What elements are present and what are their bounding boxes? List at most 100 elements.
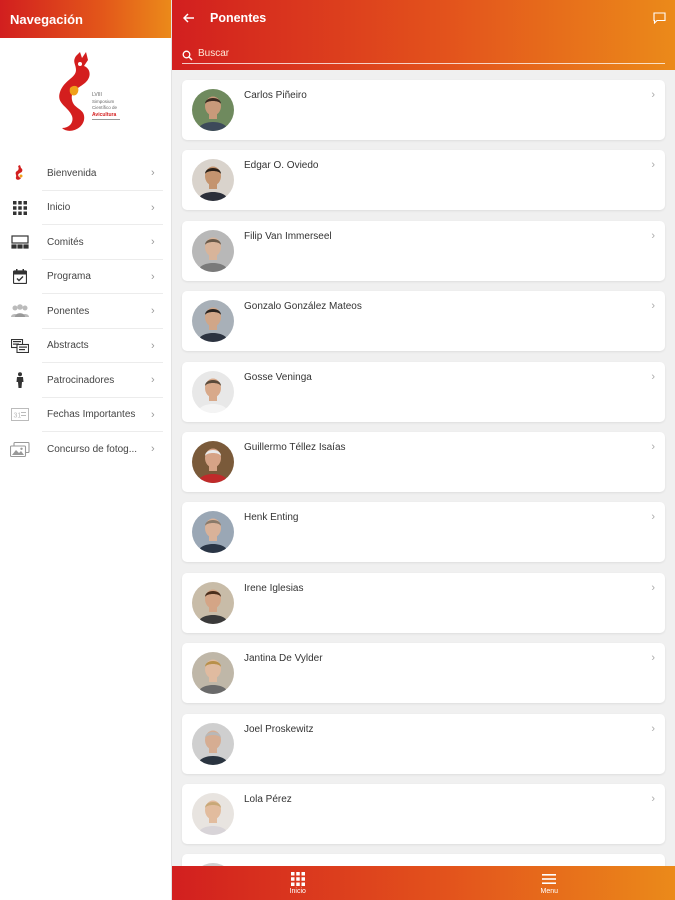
sidebar-item-abstracts[interactable]: Abstracts › [0,329,171,363]
sidebar-item-label: Abstracts [47,340,89,352]
speaker-avatar [192,159,234,202]
sidebar-item-label: Inicio [47,202,71,214]
speaker-avatar [192,511,234,554]
speaker-avatar [192,652,234,695]
page-title: Ponentes [210,11,267,25]
symposium-logo-icon: LVIII Simposium Científico de Avicultura [58,52,120,131]
sidebar-item-label: Fechas Importantes [47,409,136,421]
speaker-name: Joel Proskewitz [244,723,314,735]
org-chart-icon [10,232,30,252]
search-icon [182,48,194,60]
speaker-avatar [192,89,234,131]
svg-text:Científico de: Científico de [92,105,118,110]
speaker-avatar [192,792,234,835]
speaker-card[interactable]: Carlos Piñeiro › [182,80,665,140]
people-icon [10,301,30,321]
sidebar-item-ponentes[interactable]: Ponentes › [0,294,171,329]
speaker-card[interactable]: Edgar O. Oviedo › [182,150,665,211]
documents-icon [10,336,30,356]
sidebar-item-label: Comités [47,236,84,248]
main-panel: Ponentes Carlos Piñeiro › Edgar O. Oviedo ›… [172,0,675,900]
speaker-avatar [192,440,234,483]
svg-text:Simposium: Simposium [92,99,115,104]
sidebar-item-label: Concurso de fotog... [47,443,138,455]
speaker-name: Carlos Piñeiro [244,90,307,101]
speaker-card[interactable]: Gonzalo González Mateos › [182,291,665,352]
event-logo: LVIII Simposium Científico de Avicultura [0,38,171,148]
sidebar-item-patrocinadores[interactable]: Patrocinadores › [0,363,171,398]
chevron-right-icon: › [651,581,655,594]
speaker-name: Gosse Veninga [244,371,312,383]
speaker-avatar [192,300,234,343]
sidebar-item-concurso-fotografia[interactable]: Concurso de fotog... › [0,432,171,467]
search-bar[interactable] [182,44,665,64]
speaker-card[interactable]: Filip Van Immerseel › [182,220,665,281]
tab-menu[interactable]: Menu [424,866,675,900]
speaker-card[interactable]: › [182,854,665,866]
chevron-right-icon: › [151,374,155,387]
nav-list: Bienvenida › Inicio › Comités › Programa [0,156,171,467]
speaker-card[interactable]: Guillermo Téllez Isaías › [182,431,665,492]
sidebar-item-bienvenida[interactable]: Bienvenida › [0,156,171,191]
speaker-name: Henk Enting [244,512,299,524]
speaker-avatar [192,229,234,272]
search-input[interactable] [198,48,665,59]
navigation-drawer: Navegación LVIII Simposium Científico de… [0,0,172,900]
chevron-right-icon: › [651,370,655,383]
chevron-right-icon: › [151,408,155,421]
speaker-avatar [192,581,234,624]
tab-label: Inicio [289,887,306,895]
hamburger-menu-icon [542,872,557,886]
speaker-card[interactable]: Irene Iglesias › [182,572,665,633]
calendar-range-icon: 31 [10,405,30,425]
svg-text:Avicultura: Avicultura [92,112,116,118]
chevron-right-icon: › [651,511,655,524]
svg-text:LVIII: LVIII [92,92,102,98]
app-bar: Ponentes [172,0,675,70]
speaker-card[interactable]: Joel Proskewitz › [182,713,665,774]
speaker-name: Edgar O. Oviedo [244,160,319,172]
drawer-title: Navegación [10,11,83,27]
drawer-header: Navegación [0,0,171,38]
chevron-right-icon: › [651,652,655,665]
chevron-right-icon: › [651,722,655,735]
chevron-right-icon: › [151,443,155,456]
speaker-name: Lola Pérez [244,793,292,805]
chevron-right-icon: › [651,229,655,242]
tab-inicio[interactable]: Inicio [172,866,424,900]
chat-icon[interactable] [653,11,667,25]
chevron-right-icon: › [151,305,155,318]
speaker-name: Irene Iglesias [244,582,304,594]
sidebar-item-programa[interactable]: Programa › [0,260,171,294]
speaker-card[interactable]: Henk Enting › [182,502,665,563]
sidebar-item-label: Patrocinadores [47,374,115,386]
sidebar-item-inicio[interactable]: Inicio › [0,191,171,225]
arrow-left-icon[interactable] [180,9,198,27]
sidebar-item-label: Programa [47,271,91,283]
speaker-card[interactable]: Jantina De Vylder › [182,643,665,704]
chevron-right-icon: › [151,167,155,180]
photos-icon [10,439,30,459]
person-icon [10,370,30,390]
bottom-navigation: Inicio Menu [172,866,675,900]
speaker-card[interactable]: Gosse Veninga › [182,361,665,422]
sidebar-item-label: Bienvenida [47,167,97,179]
sidebar-item-label: Ponentes [47,305,90,317]
chevron-right-icon: › [651,792,655,805]
speaker-avatar [192,370,234,413]
svg-text:31: 31 [14,413,22,420]
chevron-right-icon: › [151,270,155,283]
speaker-card[interactable]: Lola Pérez › [182,783,665,844]
chevron-right-icon: › [651,159,655,172]
sidebar-item-fechas-importantes[interactable]: 31 Fechas Importantes › [0,398,171,432]
chevron-right-icon: › [651,300,655,313]
speaker-name: Guillermo Téllez Isaías [244,441,346,453]
calendar-icon [10,267,30,287]
sidebar-item-comites[interactable]: Comités › [0,225,171,260]
chevron-right-icon: › [151,201,155,214]
speaker-name: Jantina De Vylder [244,653,323,665]
grid-icon [10,198,30,218]
chevron-right-icon: › [651,89,655,101]
grid-icon [290,871,305,886]
chevron-right-icon: › [151,339,155,352]
